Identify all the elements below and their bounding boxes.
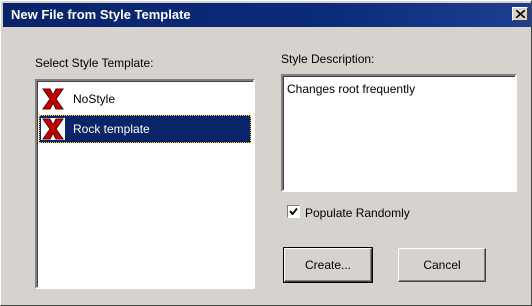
window-title: New File from Style Template bbox=[11, 7, 191, 22]
list-item-label: NoStyle bbox=[73, 92, 116, 106]
list-item-rock-template[interactable]: Rock template bbox=[39, 115, 251, 143]
cancel-button[interactable]: Cancel bbox=[398, 248, 486, 282]
red-x-icon bbox=[41, 118, 65, 140]
create-button[interactable]: Create... bbox=[283, 247, 373, 283]
close-icon bbox=[516, 10, 525, 18]
red-x-icon bbox=[42, 88, 64, 110]
style-description-text: Changes root frequently bbox=[287, 82, 416, 96]
populate-randomly-checkbox[interactable] bbox=[287, 205, 300, 218]
title-bar[interactable]: New File from Style Template bbox=[3, 3, 531, 27]
dialog-window: New File from Style Template Select Styl… bbox=[0, 0, 532, 306]
style-description-box: Changes root frequently bbox=[281, 74, 517, 192]
select-template-label: Select Style Template: bbox=[35, 56, 154, 70]
list-item-nostyle[interactable]: NoStyle bbox=[39, 85, 251, 113]
close-button[interactable] bbox=[512, 7, 528, 21]
list-item-label: Rock template bbox=[73, 122, 150, 136]
style-template-list[interactable]: NoStyle Rock template bbox=[35, 79, 255, 289]
checkmark-icon bbox=[289, 207, 298, 216]
populate-randomly-label[interactable]: Populate Randomly bbox=[305, 206, 410, 220]
style-description-label: Style Description: bbox=[281, 52, 375, 66]
